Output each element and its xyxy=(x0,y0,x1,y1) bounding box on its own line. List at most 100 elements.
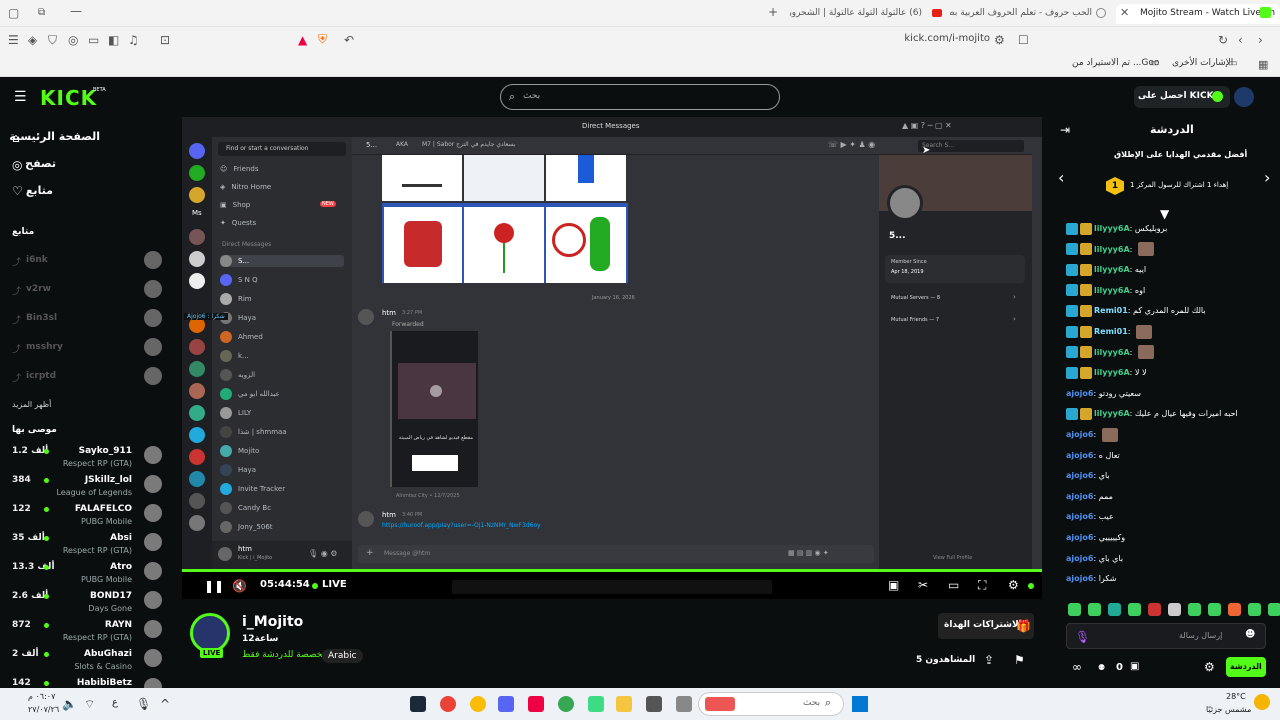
bookmark-icon[interactable]: ☐ xyxy=(1018,33,1029,47)
emote-icon[interactable] xyxy=(1188,603,1201,616)
pin-icon[interactable]: ▼ xyxy=(1160,207,1169,221)
chat-username[interactable]: ajojo6 xyxy=(1066,492,1093,501)
emote-icon[interactable] xyxy=(1148,603,1161,616)
leo-icon[interactable]: ◈ xyxy=(28,33,37,47)
tab-huroof[interactable]: الحب حروف - تعلم الحروف العربية بطر xyxy=(950,4,1110,24)
hamburger-menu-icon[interactable]: ☰ xyxy=(14,90,27,104)
tab-search-icon[interactable]: ⧉ xyxy=(38,6,45,20)
chat-username[interactable]: lilyyy6A xyxy=(1094,224,1130,233)
tab-youtube[interactable]: (6) عالتولة التولة عالتولة | الشحرورة xyxy=(790,4,940,24)
input-language[interactable]: ع xyxy=(112,697,118,708)
followed-channel[interactable]: ⤴ Bin3sl xyxy=(12,309,162,333)
recommended-channel[interactable]: FALAFELCO PUBG Mobile 122 xyxy=(12,502,162,530)
search-input[interactable]: ⌕ بحث xyxy=(500,84,780,110)
recommended-channel[interactable]: RAYN Respect RP (GTA) 872 xyxy=(12,618,162,646)
stream-category[interactable]: مخصصة للدردشة فقط xyxy=(242,650,327,660)
progress-bar[interactable] xyxy=(182,569,1042,572)
reader-icon[interactable]: ▭ xyxy=(88,33,99,47)
chat-username[interactable]: ajojo6 xyxy=(1066,389,1093,398)
show-more-link[interactable]: أظهر المزيد xyxy=(12,400,51,409)
site-info-icon[interactable]: ⚙ xyxy=(994,33,1005,47)
store-icon[interactable] xyxy=(646,696,662,712)
brave-shield-icon[interactable]: ⛨ xyxy=(318,32,327,46)
taskbar-time[interactable]: ٠٦:٠٧ م xyxy=(28,692,55,701)
wifi-icon[interactable]: ⌔ xyxy=(84,697,95,711)
recommended-channel[interactable]: Absi Respect RP (GTA) 35 ألف xyxy=(12,531,162,559)
sidebar-menu-icon[interactable]: ☰ xyxy=(8,33,19,47)
emote-icon[interactable] xyxy=(1068,603,1081,616)
fullscreen-icon[interactable]: ⛶ xyxy=(978,578,986,592)
steam-icon[interactable] xyxy=(410,696,426,712)
user-avatar[interactable] xyxy=(1234,87,1254,107)
chat-username[interactable]: lilyyy6A xyxy=(1094,368,1130,377)
followed-channel[interactable]: ⤴ icrptd xyxy=(12,367,162,391)
settings-icon[interactable]: ⚙ xyxy=(1008,578,1019,592)
window-menu-icon[interactable]: ▢ xyxy=(8,6,19,20)
chat-username[interactable]: ajojo6 xyxy=(1066,451,1093,460)
recommended-channel[interactable]: AtroPUBG Mobile13.3 ألف xyxy=(12,560,162,588)
task-view-icon[interactable] xyxy=(676,696,692,712)
mute-icon[interactable]: 🔇 xyxy=(232,579,247,593)
android-icon[interactable] xyxy=(588,696,604,712)
followed-channel[interactable]: ⤴ i6nk xyxy=(12,251,162,275)
points-icon[interactable]: ∞ xyxy=(1072,660,1082,674)
chrome-icon[interactable] xyxy=(470,696,486,712)
chat-username[interactable]: Remi01 xyxy=(1094,327,1128,336)
followed-channel[interactable]: ⤴ msshry xyxy=(12,338,162,362)
url-text[interactable]: kick.com/i-mojito xyxy=(880,33,990,44)
weather-desc[interactable]: مشمس جزئيًا xyxy=(1206,705,1251,714)
chevron-right-icon[interactable]: › xyxy=(1264,170,1270,186)
emote-icon[interactable] xyxy=(1088,603,1101,616)
recommended-channel[interactable]: JSkillz_lol League of Legends 384 xyxy=(12,473,162,501)
theater-icon[interactable]: ▭ xyxy=(948,578,959,592)
emote-icon[interactable] xyxy=(1268,603,1280,616)
forward-icon[interactable]: ‹ xyxy=(1238,33,1243,47)
clip-icon[interactable]: ✂ xyxy=(918,578,928,592)
capcut-icon[interactable] xyxy=(528,696,544,712)
chat-username[interactable]: lilyyy6A xyxy=(1094,348,1130,357)
chat-username[interactable]: ajojo6 xyxy=(1066,471,1093,480)
taskbar-search[interactable]: بحث ⌕ xyxy=(698,692,844,716)
wallet-icon[interactable]: ◎ xyxy=(68,33,78,47)
chat-input[interactable]: 🎙 إرسال رسالة ☻ xyxy=(1066,623,1266,649)
chat-username[interactable]: ajojo6 xyxy=(1066,574,1093,583)
chat-username[interactable]: Remi01 xyxy=(1094,306,1128,315)
chat-username[interactable]: ajojo6 xyxy=(1066,533,1093,542)
gift-subs-button[interactable]: الاشتراكات الهداة 🎁 xyxy=(938,613,1034,639)
chat-username[interactable]: lilyyy6A xyxy=(1094,245,1130,254)
miniplayer-icon[interactable]: ▣ xyxy=(888,578,899,592)
tray-expand-icon[interactable]: ^ xyxy=(160,697,170,711)
back-icon[interactable]: › xyxy=(1258,33,1263,47)
chat-username[interactable]: lilyyy6A xyxy=(1094,409,1130,418)
nav-home[interactable]: الصفحة الرئيسية xyxy=(0,130,100,148)
mic-tray-icon[interactable]: 🎙 xyxy=(136,697,151,711)
chat-send-button[interactable]: الدردشة xyxy=(1226,657,1266,677)
mic-icon[interactable]: 🎙 xyxy=(1075,630,1090,644)
share-icon[interactable]: ⇪ xyxy=(984,653,994,667)
recommended-channel[interactable]: BOND17 Days Gone 2.6 ألف xyxy=(12,589,162,617)
new-tab-icon[interactable]: + xyxy=(768,5,778,19)
shield-icon[interactable]: ⛉ xyxy=(48,33,57,47)
chat-username[interactable]: lilyyy6A xyxy=(1094,265,1130,274)
emote-icon[interactable] xyxy=(1228,603,1241,616)
pause-icon[interactable]: ❚❚ xyxy=(204,579,224,593)
emote-icon[interactable] xyxy=(1128,603,1141,616)
share-icon[interactable]: ↶ xyxy=(344,33,354,47)
nav-browse[interactable]: تصفح xyxy=(0,157,56,175)
nav-following[interactable]: متابع xyxy=(0,184,53,202)
close-tab-icon[interactable]: ✕ xyxy=(1120,6,1129,20)
apps-icon[interactable]: ▦ xyxy=(1258,58,1268,72)
streamer-avatar[interactable] xyxy=(190,613,230,653)
emote-icon[interactable] xyxy=(1248,603,1261,616)
emoji-icon[interactable]: ☻ xyxy=(1245,629,1255,640)
streamer-name[interactable]: i_Mojito xyxy=(242,614,303,630)
reload-icon[interactable]: ↻ xyxy=(1218,33,1228,47)
chevron-left-icon[interactable]: ‹ xyxy=(1058,170,1064,186)
emote-icon[interactable] xyxy=(1168,603,1181,616)
volume-icon[interactable]: 🔈 xyxy=(62,697,77,711)
discord-icon[interactable] xyxy=(498,696,514,712)
tab-kick-active[interactable]: Mojito Stream - Watch Live on xyxy=(1116,4,1280,24)
windows-start-icon[interactable] xyxy=(852,696,868,712)
emote-icon[interactable] xyxy=(1108,603,1121,616)
chat-settings-icon[interactable]: ⚙ xyxy=(1204,660,1215,674)
